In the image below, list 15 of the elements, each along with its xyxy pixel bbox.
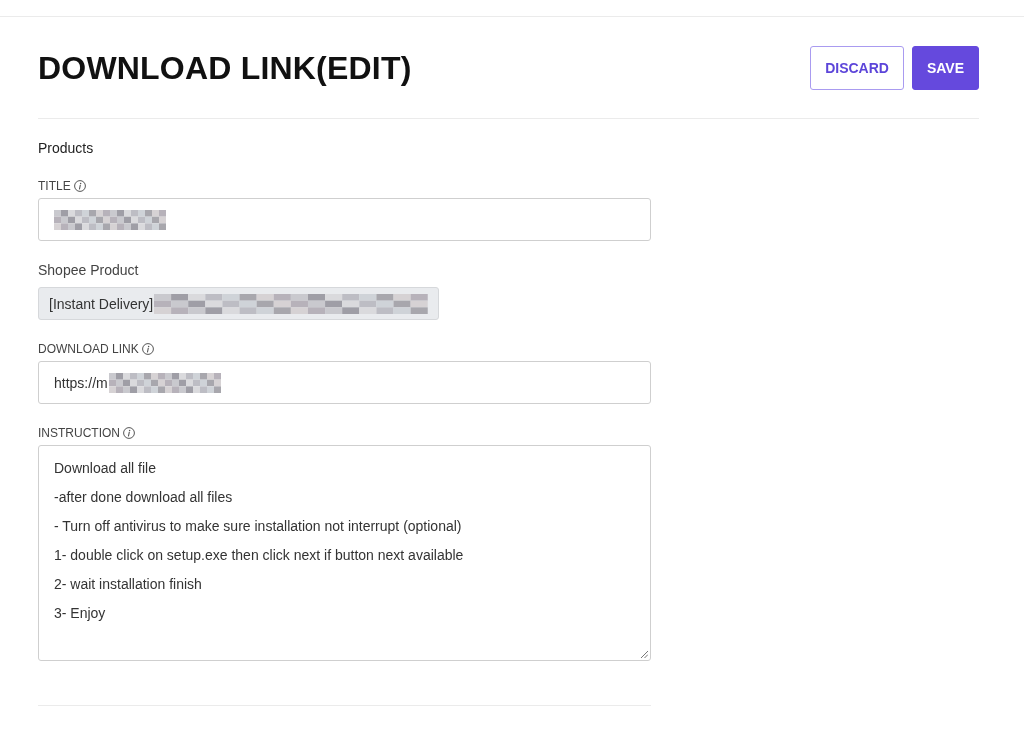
info-icon[interactable] (141, 343, 154, 355)
resize-grip-icon[interactable] (640, 650, 648, 658)
field-label: DOWNLOAD LINK (38, 341, 139, 357)
discard-button[interactable]: DISCARD (810, 46, 904, 90)
input-field[interactable] (38, 198, 651, 241)
field-label: TITLE (38, 178, 71, 194)
save-button[interactable]: SAVE (911, 46, 979, 90)
instruction-textarea[interactable]: Download all file -after done download all files - Turn off antivirus to make sure installation not interrupt (optional) 1- double click on setup.exe then click next if button next available 2- wait installation finish 3- Enjoy (38, 445, 651, 661)
section-heading: Products (38, 139, 94, 157)
field-label: Shopee Product (38, 261, 139, 279)
page-title: DOWNLOAD LINK(EDIT) (38, 49, 412, 88)
info-icon[interactable] (73, 180, 86, 192)
input-field[interactable]: https://m (38, 361, 651, 404)
field-label: INSTRUCTION (38, 425, 120, 441)
info-icon[interactable] (123, 427, 135, 439)
